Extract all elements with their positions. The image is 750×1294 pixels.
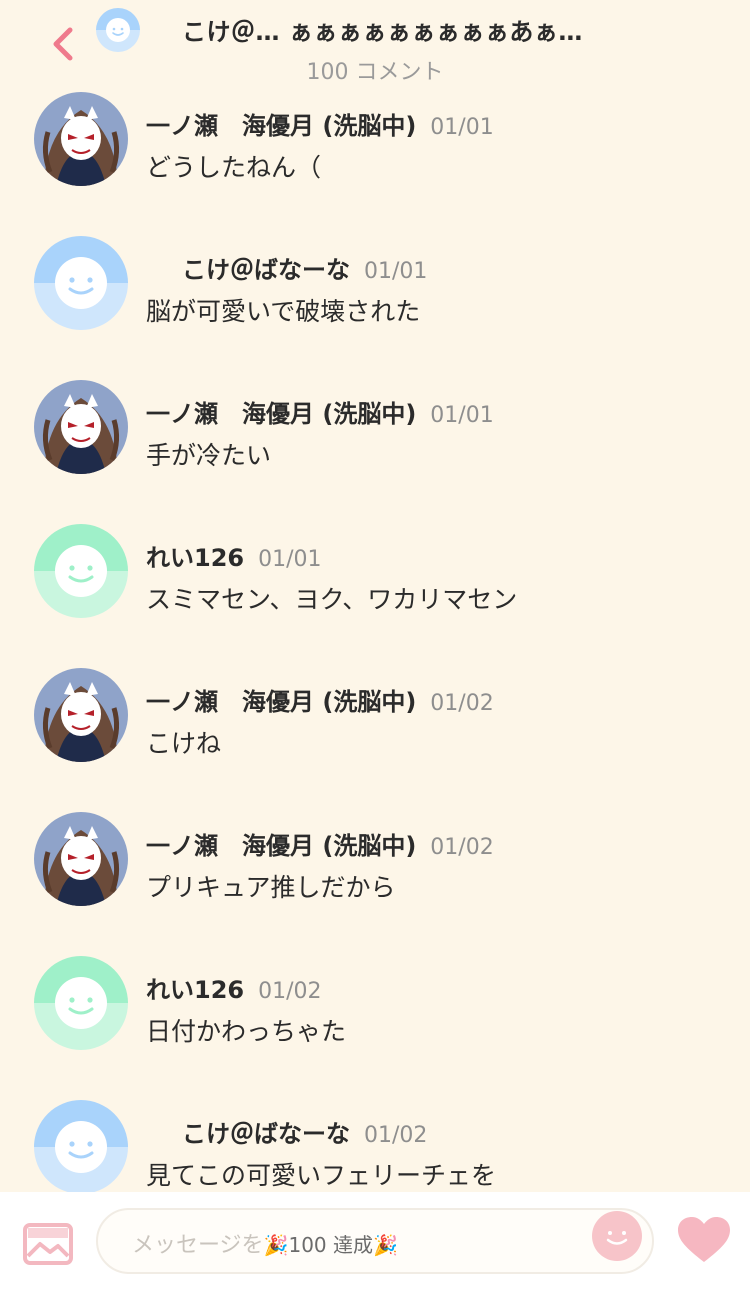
image-button[interactable] [22, 1222, 74, 1266]
milestone-badge: 🎉100 達成🎉 [263, 1233, 398, 1257]
message-meta: 一ノ瀬 海優月 (洗脳中) 01/01 [146, 106, 494, 141]
author-name[interactable]: 一ノ瀬 海優月 (洗脳中) [146, 832, 416, 860]
message-date: 01/02 [430, 835, 494, 860]
message-text: こけね [146, 729, 222, 758]
message-meta: れい126 01/02 [146, 970, 322, 1005]
message-date: 01/01 [258, 547, 322, 572]
message-meta: 一ノ瀬 海優月 (洗脳中) 01/02 [146, 682, 494, 717]
message-text: どうしたねん（ [146, 153, 322, 182]
image-icon [23, 1223, 73, 1265]
character-avatar[interactable] [34, 668, 128, 762]
emoji-button[interactable] [592, 1211, 642, 1261]
character-avatar[interactable] [34, 380, 128, 474]
smiley-icon [606, 1231, 628, 1245]
like-button[interactable] [676, 1216, 732, 1266]
default-avatar-blue[interactable] [34, 236, 128, 330]
heart-icon [678, 1217, 730, 1262]
message-text: 手が冷たい [146, 441, 272, 470]
message-text: 脳が可愛いで破壊された [146, 297, 421, 326]
message-item: 一ノ瀬 海優月 (洗脳中) 01/02 プリキュア推しだから [0, 808, 750, 928]
message-date: 01/02 [258, 979, 322, 1004]
author-name[interactable]: 一ノ瀬 海優月 (洗脳中) [146, 400, 416, 428]
message-text: スミマセン、ヨク、ワカリマセン [146, 585, 518, 614]
message-date: 01/01 [430, 115, 494, 140]
author-name[interactable]: こけ＠ばなーな [182, 1120, 350, 1148]
comment-count: 100 コメント [306, 60, 444, 85]
author-name[interactable]: 一ノ瀬 海優月 (洗脳中) [146, 688, 416, 716]
author-name[interactable]: れい126 [146, 544, 244, 572]
author-name[interactable]: こけ＠ばなーな [182, 256, 350, 284]
character-avatar[interactable] [34, 92, 128, 186]
author-name[interactable]: 一ノ瀬 海優月 (洗脳中) [146, 112, 416, 140]
input-placeholder: メッセージを🎉100 達成🎉 [132, 1227, 398, 1259]
character-avatar[interactable] [34, 812, 128, 906]
message-input[interactable]: メッセージを🎉100 達成🎉 [96, 1208, 654, 1274]
message-item: れい126 01/01 スミマセン、ヨク、ワカリマセン [0, 520, 750, 640]
message-meta: 一ノ瀬 海優月 (洗脳中) 01/01 [146, 394, 494, 429]
default-avatar-green[interactable] [34, 524, 128, 618]
message-date: 01/02 [364, 1123, 428, 1148]
message-meta: れい126 01/01 [146, 538, 322, 573]
author-name[interactable]: れい126 [146, 976, 244, 1004]
message-item: 一ノ瀬 海優月 (洗脳中) 01/02 こけね [0, 664, 750, 784]
chat-title: こけ＠… ぁぁぁぁぁぁぁぁぁあぁ… [182, 18, 583, 46]
default-avatar-blue[interactable] [34, 1100, 128, 1194]
message-meta: 一ノ瀬 海優月 (洗脳中) 01/02 [146, 826, 494, 861]
message-date: 01/01 [430, 403, 494, 428]
message-item: れい126 01/02 日付かわっちゃた [0, 952, 750, 1072]
placeholder-text: メッセージを [132, 1233, 264, 1258]
message-date: 01/02 [430, 691, 494, 716]
message-meta: こけ＠ばなーな 01/01 [182, 250, 427, 285]
message-date: 01/01 [364, 259, 428, 284]
message-meta: こけ＠ばなーな 01/02 [182, 1114, 427, 1149]
message-text: 日付かわっちゃた [146, 1017, 347, 1046]
default-avatar-green[interactable] [34, 956, 128, 1050]
message-item: こけ＠ばなーな 01/01 脳が可愛いで破壊された [0, 232, 750, 352]
composer-bar: メッセージを🎉100 達成🎉 [0, 1192, 750, 1294]
message-text: 見てこの可愛いフェリーチェを [146, 1161, 497, 1190]
message-text: プリキュア推しだから [146, 873, 396, 902]
chat-header: こけ＠… ぁぁぁぁぁぁぁぁぁあぁ… 100 コメント [0, 0, 750, 88]
message-item: 一ノ瀬 海優月 (洗脳中) 01/01 手が冷たい [0, 376, 750, 496]
chat-avatar[interactable] [96, 8, 140, 52]
message-item: 一ノ瀬 海優月 (洗脳中) 01/01 どうしたねん（ [0, 88, 750, 208]
